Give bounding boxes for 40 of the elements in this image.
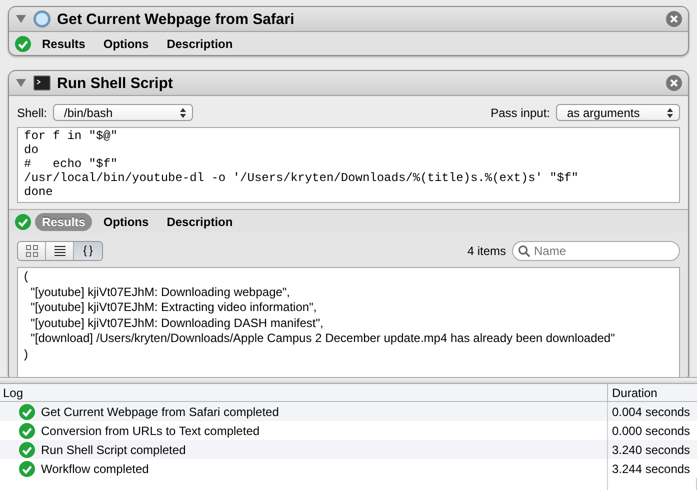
log-duration: 3.244 seconds	[612, 462, 690, 476]
search-icon	[518, 245, 530, 257]
log-duration: 0.004 seconds	[612, 404, 690, 418]
log-duration: 0.000 seconds	[612, 424, 690, 438]
column-header[interactable]: Log	[0, 384, 608, 401]
braces-view-button[interactable]	[74, 242, 102, 260]
grid-icon	[26, 245, 38, 257]
item-count: 4 items	[467, 244, 506, 258]
terminal-icon	[33, 74, 51, 92]
shell-popup[interactable]: /bin/bash	[53, 104, 194, 121]
disclosure-triangle-icon[interactable]	[15, 78, 27, 88]
close-icon[interactable]	[666, 75, 682, 91]
search-field[interactable]: Name	[512, 241, 680, 261]
script-editor[interactable]: for f in "$@" do # echo "$f" /usr/local/bin/youtube-dl -o '/Users/kryten/Downloads/%(title)s.%(ext)s' "$f" done	[17, 127, 680, 203]
close-icon[interactable]	[666, 11, 682, 27]
braces-icon	[82, 245, 94, 257]
updown-arrows-icon	[667, 108, 673, 118]
results-output: ( "[youtube] kjiVt07EJhM: Downloading webpage", "[youtube] kjiVt07EJhM: Extracting video information", "[youtube] kjiVt07EJhM: Downloading DASH manifest", "[download] /Users/kryten/Downloads/Apple Campus 2 December update.mp4 has already been downloaded" )	[17, 267, 680, 377]
action-title: Get Current Webpage from Safari	[57, 10, 296, 28]
list-icon	[54, 245, 66, 257]
log-message: Run Shell Script completed	[41, 442, 186, 456]
log-message: Get Current Webpage from Safari completed	[41, 404, 279, 418]
action-title: Run Shell Script	[57, 74, 174, 92]
disclosure-triangle-icon[interactable]	[15, 14, 27, 24]
log-duration: 3.240 seconds	[612, 442, 690, 456]
tab[interactable]: Description	[160, 34, 240, 52]
log-message: Workflow completed	[41, 462, 149, 476]
view-switcher[interactable]	[17, 241, 103, 261]
pass-input-popup[interactable]: as arguments	[556, 104, 680, 121]
updown-arrows-icon	[180, 108, 186, 118]
list-view-button[interactable]	[46, 242, 74, 260]
shell-label: Shell:	[17, 106, 48, 120]
tab[interactable]: Options	[96, 34, 156, 52]
tab[interactable]: Description	[160, 212, 240, 230]
icons-view-button[interactable]	[18, 242, 46, 260]
tab[interactable]: Options	[96, 212, 156, 230]
column-header[interactable]: Duration	[608, 384, 697, 401]
pass-input-label: Pass input:	[490, 106, 550, 120]
tab[interactable]: Results	[35, 34, 92, 52]
log-message: Conversion from URLs to Text completed	[41, 424, 260, 438]
